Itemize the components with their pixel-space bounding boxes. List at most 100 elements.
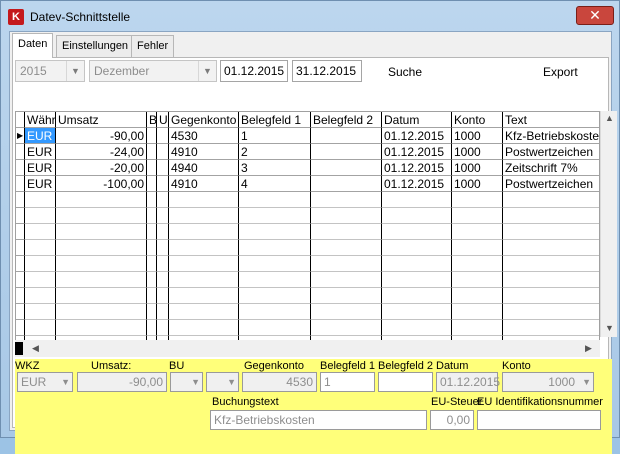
cell-contra-account[interactable] (169, 224, 239, 240)
cell-u[interactable] (157, 208, 169, 224)
row-indicator[interactable] (16, 176, 25, 192)
cell-account[interactable] (452, 272, 503, 288)
cell-document-field-1[interactable] (239, 240, 311, 256)
cell-document-field-1[interactable] (239, 256, 311, 272)
cell-amount[interactable] (56, 288, 147, 304)
cell-contra-account[interactable]: 4940 (169, 160, 239, 176)
cell-document-field-1[interactable]: 1 (239, 128, 311, 144)
cell-b[interactable] (147, 240, 157, 256)
cell-b[interactable] (147, 256, 157, 272)
vertical-scrollbar[interactable]: ▲ ▼ (600, 111, 617, 337)
buchungstext-input[interactable]: Kfz-Betriebskosten (210, 410, 427, 430)
search-button[interactable]: Suche (388, 65, 422, 79)
cell-amount[interactable]: -90,00 (56, 128, 147, 144)
cell-b[interactable] (147, 192, 157, 208)
cell-contra-account[interactable] (169, 304, 239, 320)
cell-date[interactable] (382, 304, 452, 320)
cell-account[interactable] (452, 288, 503, 304)
cell-date[interactable] (382, 192, 452, 208)
close-button[interactable]: ✕ (576, 6, 614, 25)
cell-amount[interactable] (56, 192, 147, 208)
cell-text[interactable] (503, 224, 599, 240)
cell-u[interactable] (157, 160, 169, 176)
eu-steuer-input[interactable]: 0,00 (430, 410, 474, 430)
cell-currency[interactable] (25, 224, 56, 240)
row-indicator[interactable] (16, 224, 25, 240)
cell-contra-account[interactable] (169, 208, 239, 224)
tab-fehler[interactable]: Fehler (131, 35, 175, 57)
cell-b[interactable] (147, 160, 157, 176)
cell-text[interactable] (503, 256, 599, 272)
cell-document-field-2[interactable] (311, 224, 382, 240)
cell-text[interactable] (503, 272, 599, 288)
row-indicator[interactable] (16, 144, 25, 160)
column-header-account[interactable]: Konto (452, 112, 503, 128)
year-select[interactable]: 2015 ▼ (15, 60, 85, 82)
cell-text[interactable]: Postwertzeichen (503, 176, 599, 192)
cell-b[interactable] (147, 304, 157, 320)
cell-u[interactable] (157, 288, 169, 304)
cell-account[interactable]: 1000 (452, 144, 503, 160)
row-indicator[interactable] (16, 208, 25, 224)
cell-date[interactable]: 01.12.2015 (382, 176, 452, 192)
column-header-text[interactable]: Text (503, 112, 599, 128)
cell-document-field-1[interactable]: 4 (239, 176, 311, 192)
cell-document-field-2[interactable] (311, 144, 382, 160)
horizontal-scrollbar[interactable]: ◀ ▶ (15, 340, 600, 357)
cell-document-field-2[interactable] (311, 192, 382, 208)
row-indicator[interactable] (16, 160, 25, 176)
cell-date[interactable] (382, 240, 452, 256)
cell-date[interactable] (382, 320, 452, 336)
cell-text[interactable] (503, 240, 599, 256)
cell-document-field-1[interactable] (239, 288, 311, 304)
umsatz-input[interactable]: -90,00 (77, 372, 167, 392)
cell-date[interactable]: 01.12.2015 (382, 160, 452, 176)
cell-amount[interactable] (56, 256, 147, 272)
cell-document-field-2[interactable] (311, 288, 382, 304)
scroll-up-icon[interactable]: ▲ (601, 113, 618, 123)
cell-account[interactable]: 1000 (452, 160, 503, 176)
cell-b[interactable] (147, 208, 157, 224)
cell-account[interactable] (452, 304, 503, 320)
row-indicator[interactable] (16, 272, 25, 288)
cell-document-field-1[interactable]: 3 (239, 160, 311, 176)
cell-amount[interactable] (56, 208, 147, 224)
cell-contra-account[interactable] (169, 288, 239, 304)
cell-u[interactable] (157, 240, 169, 256)
bu2-select[interactable]: ▼ (206, 372, 239, 392)
cell-date[interactable]: 01.12.2015 (382, 128, 452, 144)
cell-account[interactable] (452, 224, 503, 240)
cell-amount[interactable]: -20,00 (56, 160, 147, 176)
row-indicator[interactable] (16, 240, 25, 256)
cell-date[interactable]: 01.12.2015 (382, 144, 452, 160)
cell-currency[interactable] (25, 192, 56, 208)
cell-account[interactable] (452, 256, 503, 272)
cell-account[interactable] (452, 208, 503, 224)
cell-account[interactable] (452, 240, 503, 256)
scroll-left-icon[interactable]: ◀ (27, 343, 44, 354)
cell-date[interactable] (382, 272, 452, 288)
row-indicator[interactable] (16, 288, 25, 304)
cell-amount[interactable]: -100,00 (56, 176, 147, 192)
cell-u[interactable] (157, 304, 169, 320)
cell-currency[interactable]: EUR (25, 176, 56, 192)
cell-currency[interactable]: EUR (25, 144, 56, 160)
row-indicator[interactable] (16, 192, 25, 208)
cell-document-field-2[interactable] (311, 304, 382, 320)
belegfeld2-input[interactable] (378, 372, 433, 392)
cell-document-field-2[interactable] (311, 208, 382, 224)
cell-currency[interactable] (25, 240, 56, 256)
datum-input[interactable]: 01.12.2015 (436, 372, 500, 392)
date-to-input[interactable]: 31.12.2015 (292, 60, 362, 82)
column-header-amount[interactable]: Umsatz (56, 112, 147, 128)
cell-amount[interactable]: -24,00 (56, 144, 147, 160)
cell-u[interactable] (157, 192, 169, 208)
cell-amount[interactable] (56, 224, 147, 240)
scroll-down-icon[interactable]: ▼ (601, 323, 618, 333)
row-indicator[interactable] (16, 256, 25, 272)
cell-document-field-2[interactable] (311, 160, 382, 176)
cell-amount[interactable] (56, 240, 147, 256)
cell-currency[interactable] (25, 320, 56, 336)
cell-u[interactable] (157, 256, 169, 272)
cell-document-field-2[interactable] (311, 176, 382, 192)
